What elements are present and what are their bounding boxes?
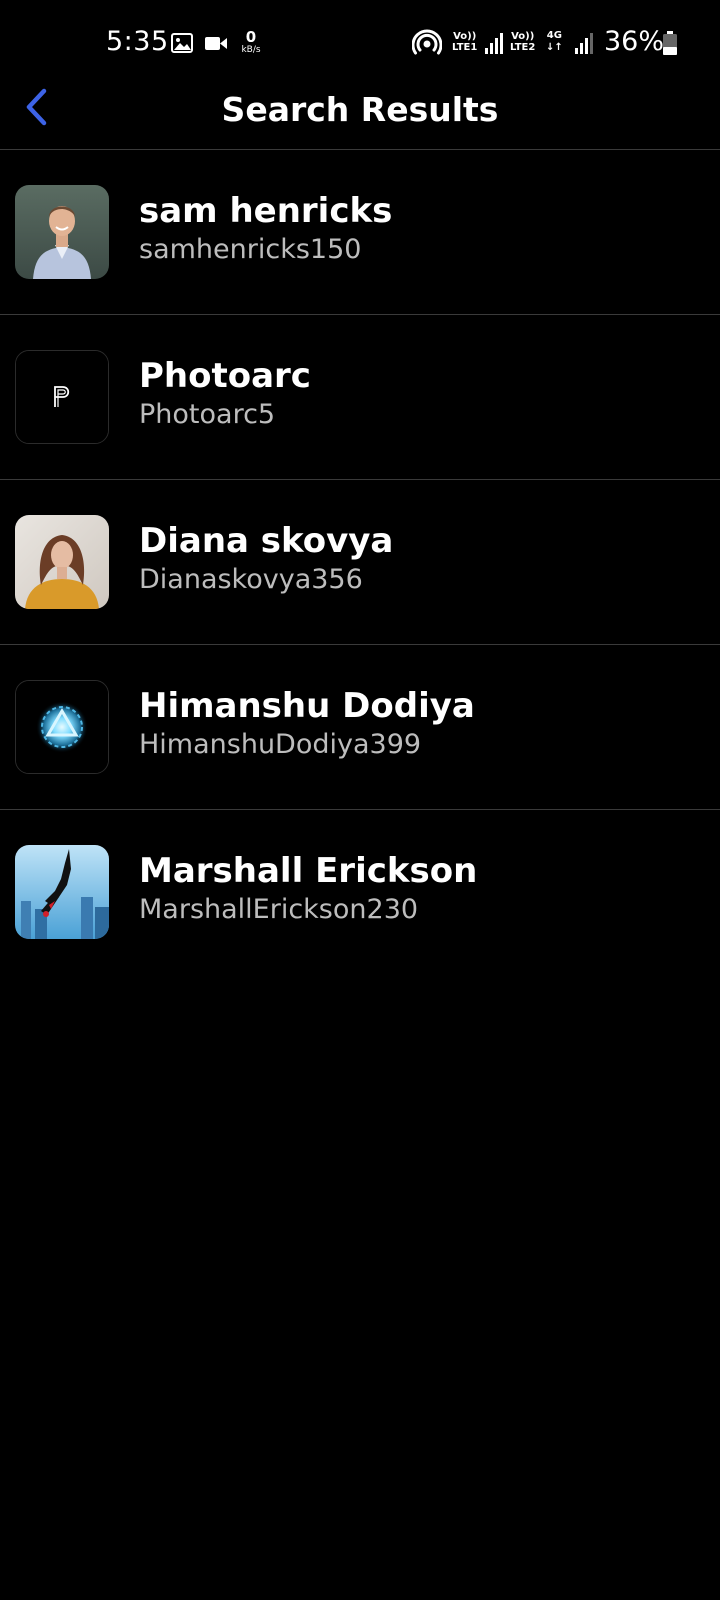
list-item[interactable]: Photoarc Photoarc5 [0,315,720,480]
result-handle: MarshallErickson230 [139,894,419,925]
page-title: Search Results [221,90,499,129]
sim2-volte: Vo)) [511,31,535,42]
network-type-label: 4G [546,30,562,41]
result-name: Photoarc [139,356,311,396]
avatar [15,185,109,279]
status-time: 5:35 [106,26,169,57]
arc-reactor-icon [16,681,108,773]
hotspot-icon [412,29,442,55]
battery-icon [663,31,677,55]
sim1-lte: LTE1 [452,42,478,53]
signal-icon [575,33,593,54]
list-item[interactable]: Diana skovya Dianaskovya356 [0,480,720,645]
logo-p-icon [16,351,108,443]
app-header: Search Results [0,88,720,150]
sim1-indicator: Vo)) LTE1 [452,31,477,53]
list-item[interactable]: Himanshu Dodiya HimanshuDodiya399 [0,645,720,810]
sim2-indicator: Vo)) LTE2 [510,31,535,53]
network-speed: 0 kB/s [237,30,265,55]
result-name: Marshall Erickson [139,851,478,891]
photo-woman-portrait-icon [15,515,109,609]
result-handle: samhenricks150 [139,234,362,265]
avatar [15,680,109,774]
results-list: sam henricks samhenricks150 Photoarc Pho… [0,150,720,975]
network-speed-value: 0 [245,28,257,46]
video-icon [205,37,227,50]
battery-percent: 36% [604,26,665,57]
list-item[interactable]: Marshall Erickson MarshallErickson230 [0,810,720,975]
signal-icon [485,33,503,54]
sim2-lte: LTE2 [510,42,536,53]
result-handle: Dianaskovya356 [139,564,363,595]
network-type: 4G ↓↑ [546,30,563,54]
spider-hero-icon [15,845,109,939]
avatar [15,515,109,609]
gallery-icon [171,33,193,53]
sim1-volte: Vo)) [453,31,477,42]
avatar [15,350,109,444]
result-name: Himanshu Dodiya [139,686,475,726]
result-handle: HimanshuDodiya399 [139,729,422,760]
data-arrows-icon: ↓↑ [546,42,563,53]
photo-man-portrait-icon [15,185,109,279]
avatar [15,845,109,939]
result-name: sam henricks [139,191,393,231]
result-name: Diana skovya [139,521,394,561]
result-handle: Photoarc5 [139,399,276,430]
status-bar: 5:35 0 kB/s Vo)) LTE1 Vo)) LTE2 4G ↓↑ 36… [0,0,720,88]
list-item[interactable]: sam henricks samhenricks150 [0,150,720,315]
network-speed-unit: kB/s [241,45,261,55]
